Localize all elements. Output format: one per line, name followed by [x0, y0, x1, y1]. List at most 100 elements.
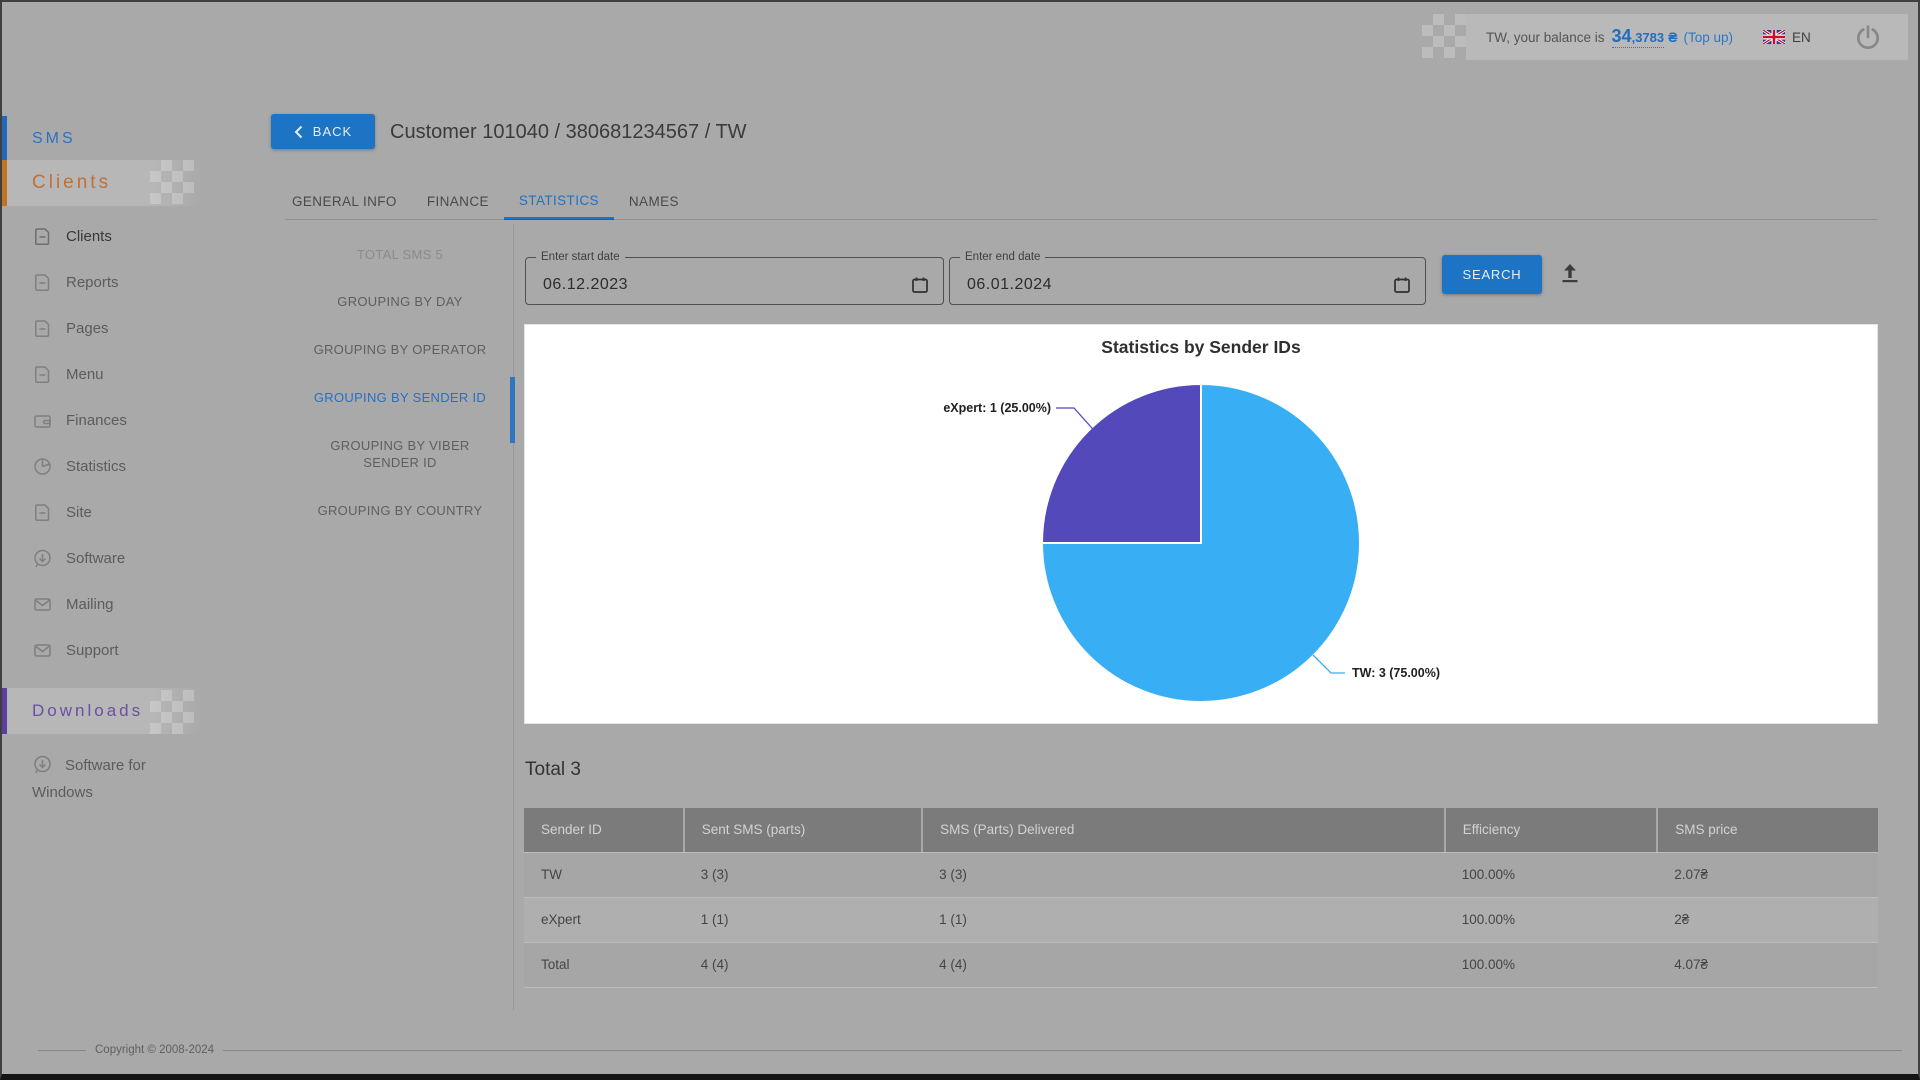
app-window: TW, your balance is 34,3783 ₴ (Top up) E…	[0, 0, 1920, 1080]
document-icon	[32, 318, 53, 339]
cell-sender-id: TW	[524, 852, 684, 897]
tab-general-info[interactable]: GENERAL INFO	[277, 183, 412, 220]
grouping-by-sender-id[interactable]: GROUPING BY SENDER ID	[290, 389, 510, 406]
section-accent-bar	[2, 688, 7, 734]
table-row-total: Total 4 (4) 4 (4) 100.00% 4.07₴	[524, 942, 1878, 987]
grouping-by-viber-sender-id[interactable]: GROUPING BY VIBER SENDER ID	[305, 437, 495, 471]
language-code: EN	[1792, 30, 1811, 45]
back-button[interactable]: BACK	[271, 114, 375, 149]
sidebar-item-label: Statistics	[66, 458, 126, 475]
envelope-icon	[32, 640, 53, 661]
document-icon	[32, 502, 53, 523]
table-row-tw: TW 3 (3) 3 (3) 100.00% 2.07₴	[524, 852, 1878, 897]
currency-symbol: ₴	[1668, 29, 1677, 45]
sidebar-item-software-for-windows[interactable]: Software for Windows	[32, 752, 184, 806]
language-selector[interactable]: EN	[1763, 30, 1811, 45]
back-button-label: BACK	[313, 124, 352, 139]
start-date-value[interactable]: 06.12.2023	[543, 276, 628, 294]
cell-delivered: 4 (4)	[922, 942, 1445, 987]
sidebar-item-menu[interactable]: Menu	[2, 351, 232, 397]
tab-bar: GENERAL INFO FINANCE STATISTICS NAMES	[277, 183, 694, 220]
grouping-nav: TOTAL SMS 5 GROUPING BY DAY GROUPING BY …	[290, 247, 510, 550]
search-button[interactable]: SEARCH	[1442, 255, 1542, 294]
envelope-icon	[32, 594, 53, 615]
sidebar-item-mailing[interactable]: Mailing	[2, 581, 232, 627]
end-date-label: Enter end date	[960, 251, 1045, 263]
sidebar-item-label: Software	[66, 550, 125, 567]
chart-panel: Statistics by Sender IDs eXpert: 1 (25.0…	[524, 324, 1878, 724]
balance-amount[interactable]: 34,3783	[1612, 26, 1665, 48]
document-icon	[32, 364, 53, 385]
sidebar-item-support[interactable]: Support	[2, 627, 232, 673]
tab-statistics[interactable]: STATISTICS	[504, 183, 614, 220]
column-header-sms-price: SMS price	[1657, 808, 1878, 852]
table-header-row: Sender ID Sent SMS (parts) SMS (Parts) D…	[524, 808, 1878, 852]
calendar-icon[interactable]	[910, 275, 930, 300]
sidebar-item-label: Reports	[66, 274, 119, 291]
end-date-value[interactable]: 06.01.2024	[967, 276, 1052, 294]
power-icon	[1854, 23, 1882, 51]
cell-sms-price: 2₴	[1657, 897, 1878, 942]
cell-sent-sms: 3 (3)	[684, 852, 922, 897]
column-header-sent-sms: Sent SMS (parts)	[684, 808, 922, 852]
cell-sent-sms: 1 (1)	[684, 897, 922, 942]
section-label: Clients	[32, 172, 111, 194]
start-date-field[interactable]: Enter start date 06.12.2023	[525, 251, 944, 305]
grouping-by-country[interactable]: GROUPING BY COUNTRY	[290, 502, 510, 519]
sidebar-item-clients[interactable]: Clients	[2, 213, 232, 259]
sidebar-item-pages[interactable]: Pages	[2, 305, 232, 351]
logout-button[interactable]	[1854, 23, 1882, 51]
sidebar-item-label: Finances	[66, 412, 127, 429]
calendar-icon[interactable]	[1392, 275, 1412, 300]
top-up-link[interactable]: (Top up)	[1683, 30, 1733, 45]
sidebar-item-label: Clients	[66, 228, 112, 245]
tw-leader-line	[1313, 655, 1345, 673]
footer: Copyright © 2008-2024	[38, 1044, 1902, 1056]
sidebar-item-finances[interactable]: Finances	[2, 397, 232, 443]
cell-efficiency: 100.00%	[1445, 852, 1658, 897]
cell-efficiency: 100.00%	[1445, 897, 1658, 942]
sidebar-item-site[interactable]: Site	[2, 489, 232, 535]
sidebar-item-software[interactable]: Software	[2, 535, 232, 581]
section-label: SMS	[32, 130, 76, 148]
grouping-by-operator[interactable]: GROUPING BY OPERATOR	[290, 341, 510, 358]
uk-flag-icon	[1763, 30, 1785, 44]
tab-names[interactable]: NAMES	[614, 183, 694, 220]
pie-chart-icon	[32, 456, 53, 477]
sidebar-section-clients[interactable]: Clients	[2, 160, 202, 206]
balance-fraction: ,3783	[1632, 30, 1665, 45]
chevron-left-icon	[294, 125, 303, 139]
section-accent-bar	[2, 160, 7, 206]
subnav-divider	[513, 224, 514, 1010]
wallet-icon	[32, 410, 53, 431]
sidebar-nav: Clients Reports Pages Menu Finances Stat…	[2, 213, 232, 673]
upload-icon	[1558, 261, 1582, 285]
end-date-field[interactable]: Enter end date 06.01.2024	[949, 251, 1426, 305]
cell-sms-price: 2.07₴	[1657, 852, 1878, 897]
export-button[interactable]	[1556, 260, 1584, 288]
sidebar-item-label: Pages	[66, 320, 109, 337]
balance-whole: 34	[1612, 26, 1632, 46]
cell-delivered: 1 (1)	[922, 897, 1445, 942]
pie-chart: eXpert: 1 (25.00%) TW: 3 (75.00%)	[525, 325, 1879, 723]
page-title: Customer 101040 / 380681234567 / TW	[390, 121, 747, 144]
total-heading: Total 3	[525, 759, 581, 781]
cell-sent-sms: 4 (4)	[684, 942, 922, 987]
document-icon	[32, 226, 53, 247]
grouping-by-day[interactable]: GROUPING BY DAY	[290, 293, 510, 310]
sidebar-item-reports[interactable]: Reports	[2, 259, 232, 305]
sidebar-item-label: Mailing	[66, 596, 114, 613]
column-header-efficiency: Efficiency	[1445, 808, 1658, 852]
sidebar-item-statistics[interactable]: Statistics	[2, 443, 232, 489]
tab-bar-divider	[285, 219, 1878, 220]
sidebar-section-downloads[interactable]: Downloads	[2, 688, 202, 734]
cell-efficiency: 100.00%	[1445, 942, 1658, 987]
table-row-expert: eXpert 1 (1) 1 (1) 100.00% 2₴	[524, 897, 1878, 942]
cell-sms-price: 4.07₴	[1657, 942, 1878, 987]
sidebar-section-sms[interactable]: SMS	[2, 116, 76, 162]
document-icon	[32, 272, 53, 293]
pixel-decoration	[1422, 14, 1466, 58]
tab-finance[interactable]: FINANCE	[412, 183, 504, 220]
topbar: TW, your balance is 34,3783 ₴ (Top up) E…	[1466, 14, 1908, 60]
download-icon	[32, 548, 53, 569]
